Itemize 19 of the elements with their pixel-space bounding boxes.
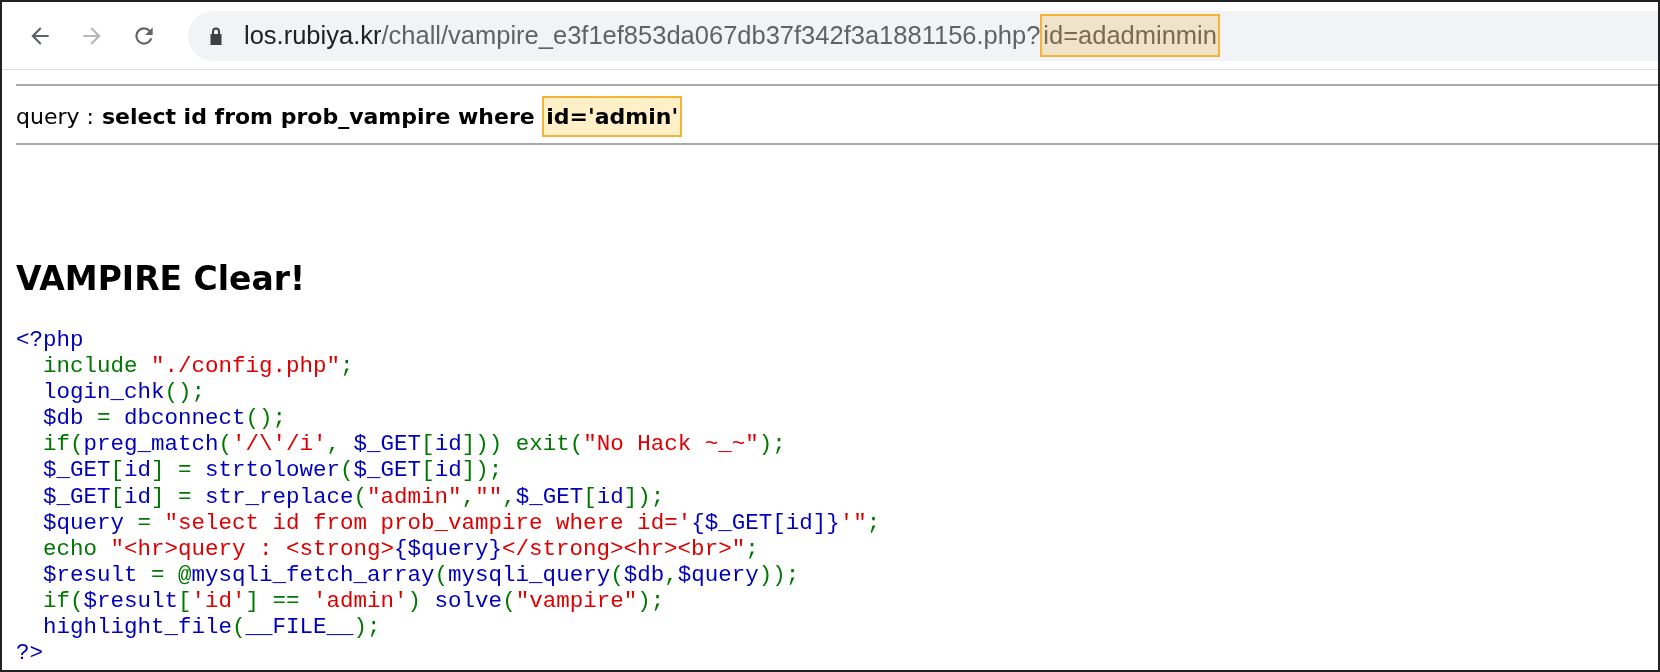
query-text: select id from prob_vampire where id='admin' [101,96,683,137]
code-line: if(preg_match('/\'/i', $_GET[id])) exit("No Hack ~_~"); [42,431,786,458]
code-line: echo "<hr>query : <strong>{$query}</strong><hr><br>"; [42,535,759,562]
url-text: los.rubiya.kr/chall/vampire_e3f1ef853da067db37f342f3a1881156.php?id=adadminmin [242,12,1222,59]
code-line: if($result['id'] == 'admin') solve("vampire"); [42,587,665,615]
code-line: highlight_file(__FILE__); [42,614,381,641]
code-line: $_GET[id] = str_replace("admin","",$_GET[id]); [42,483,665,510]
clear-heading: VAMPIRE Clear! [16,258,307,300]
code-line: ?> [16,640,43,667]
code-line: <?php [16,327,84,354]
code-line: include "./config.php"; [42,353,354,380]
code-line: $result = @mysqli_fetch_array(mysqli_query($db,$query)); [42,561,800,588]
lock-icon [208,25,224,46]
code-line: $_GET[id] = strtolower($_GET[id]); [42,457,503,484]
address-bar[interactable]: los.rubiya.kr/chall/vampire_e3f1ef853da067db37f342f3a1881156.php?id=adadminmin [188,10,1658,61]
code-line: $query = "select id from prob_vampire where id='{$_GET[id]}'"; [42,509,881,536]
code-line: login_chk(); [42,379,206,406]
code-line: $db = dbconnect(); [42,405,287,432]
query-label: query : [16,104,94,129]
